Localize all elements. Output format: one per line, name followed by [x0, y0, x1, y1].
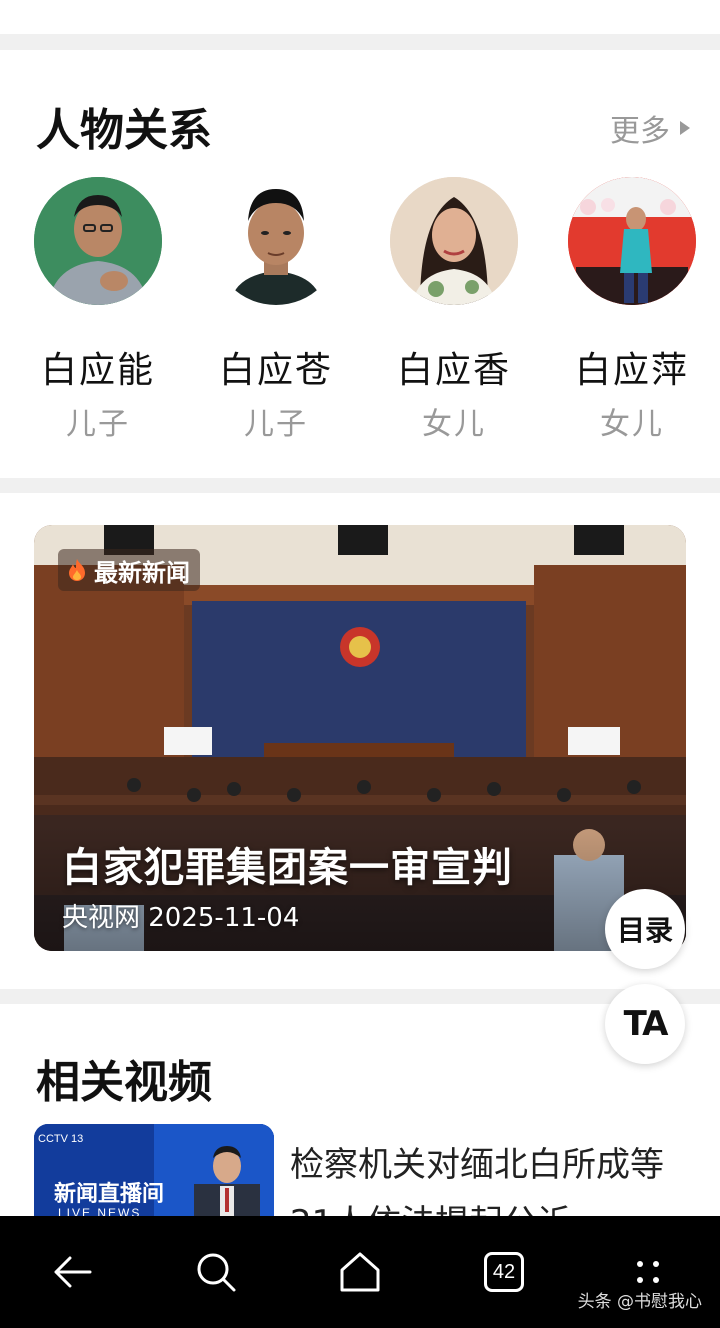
back-button[interactable]	[44, 1244, 100, 1300]
tab-count: 42	[492, 1260, 516, 1283]
person-role: 女儿	[422, 407, 486, 442]
watermark: 头条 @书慰我心	[577, 1292, 702, 1312]
person-card[interactable]: 白应苍 儿子	[196, 177, 356, 443]
person-role: 女儿	[600, 407, 664, 442]
person-name: 白应能	[40, 350, 155, 391]
person-card[interactable]: 白应香 女儿	[374, 177, 534, 443]
avatar	[568, 177, 696, 305]
relations-title: 人物关系	[36, 105, 212, 156]
person-name: 白应苍	[218, 350, 333, 391]
avatar	[390, 177, 518, 305]
search-button[interactable]	[188, 1244, 244, 1300]
news-source-date: 央视网 2025-11-04	[62, 903, 300, 933]
top-strip	[0, 0, 720, 34]
home-button[interactable]	[332, 1244, 388, 1300]
latest-news-badge: 最新新闻	[58, 549, 200, 591]
chevron-right-icon	[680, 121, 690, 135]
more-link[interactable]: 更多	[610, 106, 690, 150]
toc-label: 目录	[616, 914, 673, 947]
home-icon	[340, 1252, 380, 1292]
more-label: 更多	[610, 114, 670, 149]
person-name: 白应萍	[574, 350, 689, 391]
tabs-icon: 42	[484, 1252, 524, 1292]
person-card[interactable]: 白应萍 女儿	[552, 177, 712, 443]
relations-section: 人物关系 更多 白应能 儿子 白应苍 儿子 白应香 女儿 白应萍 女儿	[0, 50, 720, 478]
bottom-nav-bar: 42 头条 @书慰我心	[0, 1216, 720, 1328]
avatar	[212, 177, 340, 305]
ta-button[interactable]: TA	[605, 984, 685, 1064]
videos-title: 相关视频	[36, 1057, 212, 1108]
program-name: 新闻直播间	[54, 1182, 165, 1207]
toc-button[interactable]: 目录	[605, 889, 685, 969]
ta-label: TA	[623, 1004, 669, 1044]
fire-icon	[69, 559, 85, 581]
person-role: 儿子	[244, 407, 308, 442]
news-hero-card[interactable]: 最新新闻 白家犯罪集团案一审宣判 央视网 2025-11-04	[34, 525, 686, 951]
news-title: 白家犯罪集团案一审宣判	[62, 845, 513, 891]
avatar	[34, 177, 162, 305]
person-role: 儿子	[66, 407, 130, 442]
channel-logo: CCTV 13	[38, 1133, 83, 1145]
search-icon	[197, 1253, 236, 1292]
badge-label: 最新新闻	[94, 558, 190, 587]
person-name: 白应香	[396, 350, 511, 391]
person-card[interactable]: 白应能 儿子	[18, 177, 178, 443]
back-icon	[54, 1256, 92, 1288]
tabs-button[interactable]: 42	[476, 1244, 532, 1300]
